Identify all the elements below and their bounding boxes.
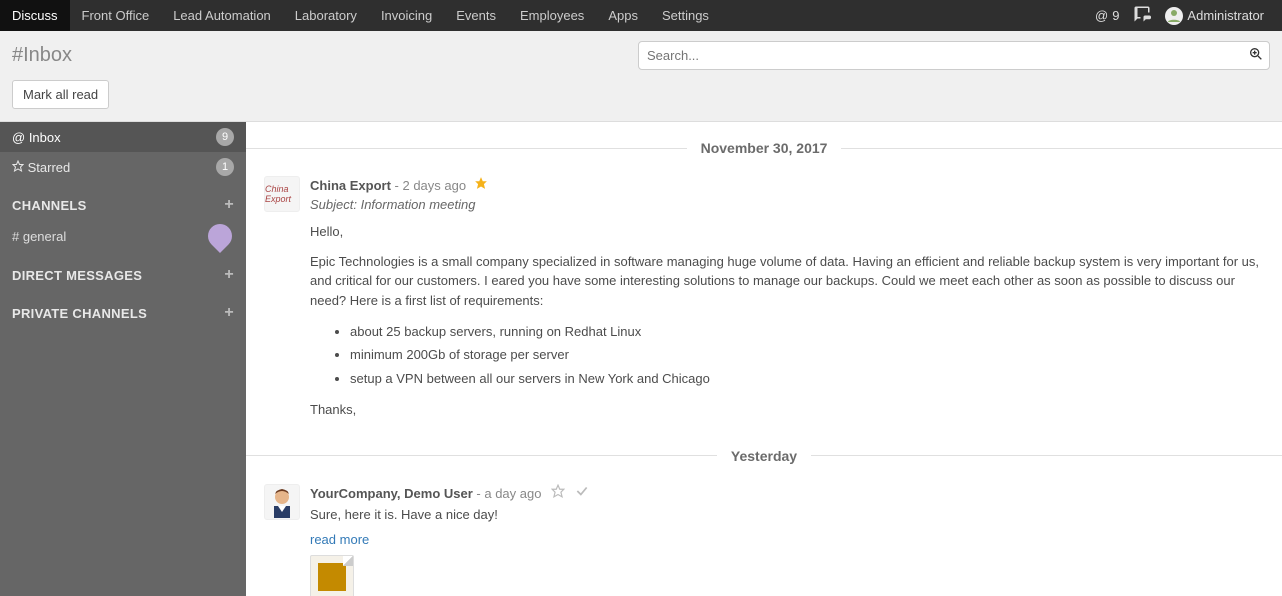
inbox-count-badge: 9 (216, 128, 234, 146)
mark-all-read-button[interactable]: Mark all read (12, 80, 109, 109)
starred-count-badge: 1 (216, 158, 234, 176)
avatar-icon (1165, 7, 1183, 25)
at-icon: @ (12, 130, 29, 145)
sidebar-item-starred[interactable]: Starred 1 (0, 152, 246, 182)
sidebar-section-private: PRIVATE CHANNELS + (0, 290, 246, 328)
message-thread: November 30, 2017 China Export China Exp… (246, 122, 1282, 596)
sidebar-item-label: Starred (28, 160, 216, 175)
top-nav: Discuss Front Office Lead Automation Lab… (0, 0, 1282, 31)
nav-front-office[interactable]: Front Office (70, 0, 162, 31)
message-text: Thanks, (310, 400, 1264, 420)
message: China Export China Export - 2 days ago S… (246, 170, 1282, 430)
chat-icon[interactable] (1133, 5, 1151, 26)
star-icon[interactable] (474, 178, 488, 193)
list-item: setup a VPN between all our servers in N… (350, 367, 1264, 390)
sidebar-item-inbox[interactable]: @ Inbox 9 (0, 122, 246, 152)
nav-discuss[interactable]: Discuss (0, 0, 70, 31)
notif-count: 9 (1112, 8, 1119, 23)
message-list: about 25 backup servers, running on Redh… (350, 320, 1264, 390)
list-item: minimum 200Gb of storage per server (350, 343, 1264, 366)
nav-events[interactable]: Events (444, 0, 508, 31)
nav-invoicing[interactable]: Invoicing (369, 0, 444, 31)
sidebar-item-label: general (23, 229, 66, 244)
date-label: November 30, 2017 (687, 140, 842, 156)
date-separator: November 30, 2017 (246, 140, 1282, 156)
date-label: Yesterday (717, 448, 811, 464)
check-icon[interactable] (575, 486, 589, 501)
page-title: #Inbox (12, 44, 72, 67)
message-text: Hello, (310, 222, 1264, 242)
message-subject: Subject: Information meeting (310, 197, 1264, 212)
page-header: #Inbox Mark all read (0, 31, 1282, 122)
star-icon (12, 160, 28, 175)
search-input[interactable] (638, 41, 1270, 70)
nav-laboratory[interactable]: Laboratory (283, 0, 369, 31)
add-channel-button[interactable]: + (224, 196, 234, 214)
message-avatar (264, 484, 300, 520)
list-item: about 25 backup servers, running on Redh… (350, 320, 1264, 343)
message-time: - 2 days ago (395, 178, 467, 193)
message-author: China Export (310, 178, 391, 193)
at-icon: @ (1095, 8, 1108, 23)
sidebar-section-channels: CHANNELS + (0, 182, 246, 220)
add-dm-button[interactable]: + (224, 266, 234, 284)
nav-settings[interactable]: Settings (650, 0, 721, 31)
sidebar-section-direct: DIRECT MESSAGES + (0, 252, 246, 290)
user-menu[interactable]: Administrator (1165, 7, 1264, 25)
message-avatar: China Export (264, 176, 300, 212)
sidebar-channel-general[interactable]: # general (0, 220, 246, 252)
read-more-link[interactable]: read more (310, 532, 369, 547)
message-time: - a day ago (476, 486, 541, 501)
message-text: Sure, here it is. Have a nice day! (310, 505, 1264, 525)
add-private-button[interactable]: + (224, 304, 234, 322)
message-text: Epic Technologies is a small company spe… (310, 252, 1264, 311)
user-name: Administrator (1187, 8, 1264, 23)
search-icon[interactable] (1248, 46, 1264, 65)
message-author: YourCompany, Demo User (310, 486, 473, 501)
hash-icon: # (12, 229, 23, 244)
star-icon[interactable] (551, 486, 569, 501)
nav-apps[interactable]: Apps (596, 0, 650, 31)
date-separator: Yesterday (246, 448, 1282, 464)
attachment-thumbnail[interactable] (310, 555, 354, 596)
nav-lead-automation[interactable]: Lead Automation (161, 0, 283, 31)
channel-avatar-icon (203, 219, 237, 253)
sidebar: @ Inbox 9 Starred 1 CHANNELS + # general… (0, 122, 246, 596)
nav-employees[interactable]: Employees (508, 0, 596, 31)
notif-mentions[interactable]: @ 9 (1095, 8, 1119, 23)
sidebar-item-label: Inbox (29, 130, 216, 145)
message: YourCompany, Demo User - a day ago Sure,… (246, 478, 1282, 596)
